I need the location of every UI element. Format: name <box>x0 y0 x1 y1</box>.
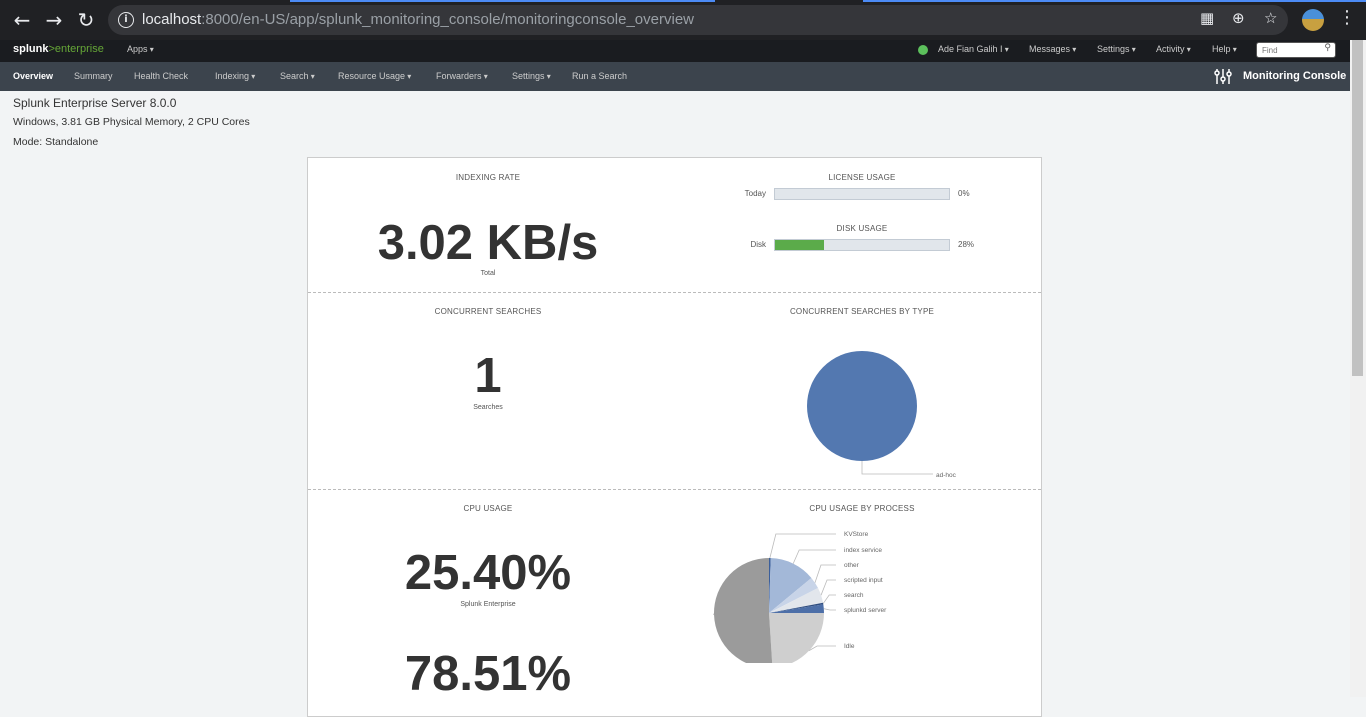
server-specs: Windows, 3.81 GB Physical Memory, 2 CPU … <box>13 116 250 128</box>
pie-leader-line <box>823 608 836 611</box>
concurrent-searches-value[interactable]: 1 <box>474 348 501 404</box>
app-navigation-bar: Overview Summary Health Check Indexing S… <box>0 62 1350 91</box>
nav-resource-usage[interactable]: Resource Usage <box>338 71 411 81</box>
help-menu[interactable]: Help <box>1212 44 1237 54</box>
pie-label-ad-hoc: ad-hoc <box>936 472 957 479</box>
scrollbar-thumb[interactable] <box>1352 40 1363 376</box>
url-text[interactable]: localhost:8000/en-US/app/splunk_monitori… <box>142 11 694 28</box>
pie-slice-ad-hoc[interactable] <box>807 351 917 461</box>
license-usage-title: LICENSE USAGE <box>828 173 896 182</box>
dashboard-panel: INDEXING RATE 3.02 KB/s Total LICENSE US… <box>307 157 1042 717</box>
messages-menu[interactable]: Messages <box>1029 44 1076 54</box>
disk-usage-bar[interactable] <box>774 239 950 251</box>
pie-slice-idle[interactable] <box>769 613 824 663</box>
license-bar-label: Today <box>744 189 766 198</box>
pie-label-scripted-input: scripted input <box>844 577 883 584</box>
cpu-by-process-title: CPU USAGE BY PROCESS <box>809 504 915 513</box>
pie-slice-non-splunk-processes[interactable] <box>714 558 773 663</box>
searches-by-type-pie-chart[interactable]: ad-hoc <box>788 338 1008 483</box>
pie-label-other: other <box>844 562 860 569</box>
reload-icon[interactable]: ↻ <box>74 8 98 32</box>
nav-overview[interactable]: Overview <box>13 71 53 81</box>
cpu-by-process-pie-chart[interactable]: KVStore index service other scripted input s… <box>713 528 1003 663</box>
splunk-header: splunk>enterprise Apps Ade Fian Galih I … <box>0 40 1350 62</box>
profile-avatar[interactable] <box>1302 9 1324 31</box>
pie-leader-line <box>808 645 836 651</box>
pie-leader-line <box>792 549 836 564</box>
bookmark-star-icon[interactable]: ☆ <box>1264 9 1277 27</box>
cpu-usage-label: Splunk Enterprise <box>460 601 516 608</box>
site-info-icon[interactable]: i <box>118 12 134 28</box>
disk-usage-fill <box>775 240 824 250</box>
pie-leader-line <box>713 613 715 616</box>
searches-by-type-title: CONCURRENT SEARCHES BY TYPE <box>789 307 935 316</box>
activity-menu[interactable]: Activity <box>1156 44 1191 54</box>
url-host: localhost <box>142 11 202 28</box>
disk-usage-title: DISK USAGE <box>836 224 888 233</box>
concurrent-searches-label: Searches <box>473 404 503 411</box>
pie-leader-line <box>822 594 836 604</box>
nav-search[interactable]: Search <box>280 71 315 81</box>
splunk-logo[interactable]: splunk>enterprise <box>13 43 104 55</box>
pie-label-splunkd-server: splunkd server <box>844 607 887 614</box>
pie-label-index-service: index service <box>844 547 882 554</box>
url-path: :8000/en-US/app/splunk_monitoring_consol… <box>201 11 694 28</box>
server-mode: Mode: Standalone <box>13 136 99 148</box>
indexing-rate-title: INDEXING RATE <box>455 173 521 182</box>
translate-icon[interactable]: ▦ <box>1200 9 1214 27</box>
tab-indicator <box>290 0 715 2</box>
nav-indexing[interactable]: Indexing <box>215 71 255 81</box>
pie-leader-line <box>861 461 933 475</box>
settings-menu[interactable]: Settings <box>1097 44 1136 54</box>
zoom-icon[interactable]: ⊕ <box>1232 9 1245 27</box>
row-divider <box>308 292 1041 293</box>
pie-label-search: search <box>844 592 864 599</box>
pie-label-kvstore: KVStore <box>844 531 869 538</box>
health-status-icon[interactable] <box>918 45 928 55</box>
nav-settings[interactable]: Settings <box>512 71 551 81</box>
apps-menu[interactable]: Apps <box>127 44 154 54</box>
monitoring-console-icon <box>1214 69 1232 84</box>
license-usage-bar[interactable] <box>774 188 950 200</box>
concurrent-searches-title: CONCURRENT SEARCHES <box>434 307 542 316</box>
license-usage-pct: 0% <box>958 189 970 198</box>
nav-forwarders[interactable]: Forwarders <box>436 71 488 81</box>
find-search-box[interactable]: ⚲ <box>1256 42 1336 58</box>
pie-leader-line <box>820 579 836 596</box>
server-title: Splunk Enterprise Server 8.0.0 <box>13 96 177 110</box>
cpu-usage-value[interactable]: 25.40% <box>405 545 571 601</box>
pie-label-idle: Idle <box>844 643 855 650</box>
back-icon[interactable]: ← <box>10 8 34 32</box>
user-menu[interactable]: Ade Fian Galih I <box>938 44 1009 54</box>
disk-bar-label: Disk <box>750 240 766 249</box>
browser-menu-icon[interactable]: ⋮ <box>1338 7 1356 28</box>
nav-health-check[interactable]: Health Check <box>134 71 188 81</box>
row-divider <box>308 489 1041 490</box>
pie-leader-line <box>769 533 836 559</box>
disk-usage-pct: 28% <box>958 240 975 249</box>
search-icon[interactable]: ⚲ <box>1324 43 1331 53</box>
nav-run-a-search[interactable]: Run a Search <box>572 71 627 81</box>
find-input[interactable] <box>1262 44 1322 56</box>
indexing-rate-label: Total <box>480 270 496 277</box>
memory-usage-value[interactable]: 78.51% <box>405 646 571 702</box>
tab-indicator <box>863 0 1366 2</box>
nav-summary[interactable]: Summary <box>74 71 113 81</box>
app-title: Monitoring Console <box>1243 70 1347 82</box>
browser-toolbar: ← → ↻ i localhost:8000/en-US/app/splunk_… <box>0 0 1366 40</box>
address-bar[interactable]: i localhost:8000/en-US/app/splunk_monito… <box>108 5 1288 35</box>
forward-icon[interactable]: → <box>42 8 66 32</box>
cpu-usage-title: CPU USAGE <box>463 504 513 513</box>
indexing-rate-value[interactable]: 3.02 KB/s <box>378 215 599 271</box>
